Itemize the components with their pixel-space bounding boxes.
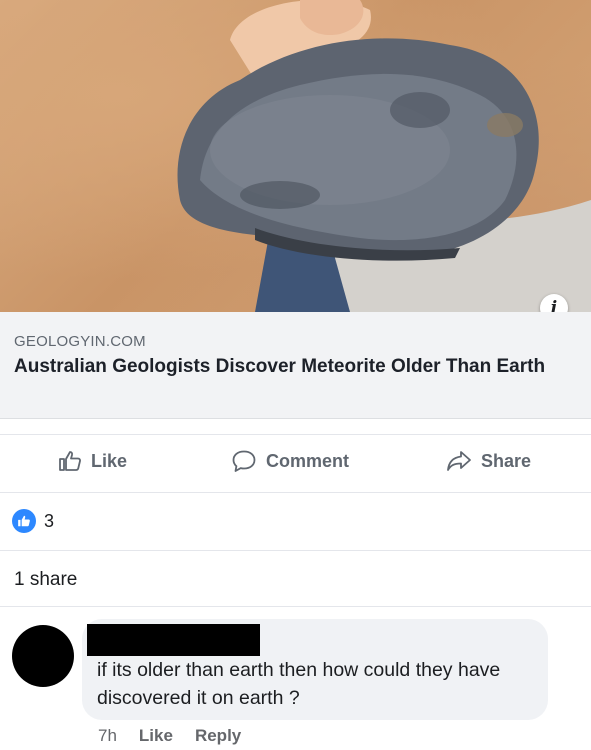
comment-like-button[interactable]: Like xyxy=(139,726,173,746)
meteorite-photo xyxy=(177,0,591,312)
comment-time: 7h xyxy=(98,726,117,745)
post-actions: Like Comment Share xyxy=(0,434,591,493)
link-preview[interactable]: GEOLOGYIN.COM Australian Geologists Disc… xyxy=(0,312,591,419)
share-label: Share xyxy=(481,450,532,471)
avatar[interactable] xyxy=(12,625,74,687)
comment-button[interactable]: Comment xyxy=(231,449,349,473)
link-domain: GEOLOGYIN.COM xyxy=(14,333,146,350)
share-count[interactable]: 1 share xyxy=(14,569,77,591)
post-image[interactable]: i xyxy=(0,0,591,312)
redacted-author-name xyxy=(87,624,260,656)
comment-meta: 7h Like Reply xyxy=(98,726,241,746)
comment-text: if its older than earth then how could t… xyxy=(97,659,501,709)
like-reaction-icon xyxy=(12,509,36,533)
share-button[interactable]: Share xyxy=(446,449,531,473)
divider xyxy=(0,492,591,493)
like-label: Like xyxy=(91,450,128,471)
reaction-count: 3 xyxy=(44,510,55,531)
link-title[interactable]: Australian Geologists Discover Meteorite… xyxy=(14,355,554,379)
thumbs-up-icon xyxy=(59,451,81,471)
reaction-summary[interactable]: 3 xyxy=(12,509,54,533)
like-button[interactable]: Like xyxy=(58,449,127,473)
comment-reply-button[interactable]: Reply xyxy=(195,726,241,746)
comment-label: Comment xyxy=(266,450,350,471)
divider xyxy=(0,606,591,607)
comment-icon xyxy=(232,450,256,472)
comment-bubble: if its older than earth then how could t… xyxy=(82,619,548,720)
divider xyxy=(0,550,591,551)
share-icon xyxy=(447,451,471,471)
